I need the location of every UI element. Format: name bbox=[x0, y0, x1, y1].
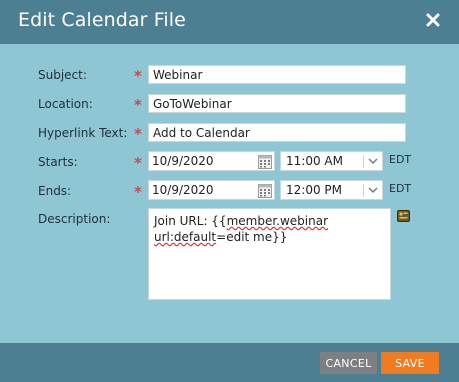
starts-timezone: EDT bbox=[389, 153, 412, 166]
dialog-title: Edit Calendar File bbox=[18, 9, 186, 31]
close-icon[interactable] bbox=[423, 10, 443, 30]
subject-label: Subject: bbox=[38, 68, 87, 82]
calendar-icon[interactable] bbox=[258, 154, 272, 169]
hyperlink-text-input[interactable] bbox=[148, 123, 406, 142]
ends-label: Ends: bbox=[38, 184, 72, 198]
subject-input[interactable] bbox=[148, 65, 406, 84]
edit-calendar-dialog: Edit Calendar File Subject: * Location: … bbox=[0, 0, 459, 382]
ends-date-field bbox=[148, 180, 275, 200]
location-input[interactable] bbox=[148, 94, 406, 113]
select-divider bbox=[363, 155, 364, 168]
location-label: Location: bbox=[38, 97, 93, 111]
hyperlink-required-marker: * bbox=[134, 125, 142, 143]
ends-time-value: 12:00 PM bbox=[286, 183, 342, 197]
hyperlink-text-label: Hyperlink Text: bbox=[38, 126, 128, 140]
description-textarea[interactable]: Join URL: {{member.webinar url:default=e… bbox=[148, 208, 391, 300]
starts-date-input[interactable] bbox=[149, 152, 256, 170]
starts-label: Starts: bbox=[38, 155, 78, 169]
save-button[interactable]: SAVE bbox=[381, 352, 439, 374]
chevron-down-icon bbox=[368, 187, 378, 194]
starts-required-marker: * bbox=[134, 154, 142, 172]
calendar-icon[interactable] bbox=[258, 183, 272, 198]
dialog-titlebar: Edit Calendar File bbox=[0, 0, 459, 44]
select-divider bbox=[363, 184, 364, 197]
chevron-down-icon bbox=[368, 158, 378, 165]
description-text-suffix: =edit me}} bbox=[216, 230, 288, 244]
starts-time-value: 11:00 AM bbox=[286, 154, 343, 168]
ends-time-select[interactable]: 12:00 PM bbox=[280, 180, 383, 200]
ends-required-marker: * bbox=[134, 183, 142, 201]
description-token-2: url:default bbox=[154, 230, 217, 244]
subject-required-marker: * bbox=[134, 67, 142, 85]
location-required-marker: * bbox=[134, 96, 142, 114]
ends-timezone: EDT bbox=[389, 182, 412, 195]
starts-date-field bbox=[148, 151, 275, 171]
starts-time-select[interactable]: 11:00 AM bbox=[280, 151, 383, 171]
description-label: Description: bbox=[38, 212, 111, 226]
cancel-button[interactable]: CANCEL bbox=[320, 352, 377, 374]
ends-date-input[interactable] bbox=[149, 181, 256, 199]
description-text-prefix: Join URL: {{ bbox=[154, 214, 227, 228]
description-token-1: member.webinar bbox=[226, 214, 329, 228]
insert-token-icon[interactable] bbox=[397, 208, 411, 222]
